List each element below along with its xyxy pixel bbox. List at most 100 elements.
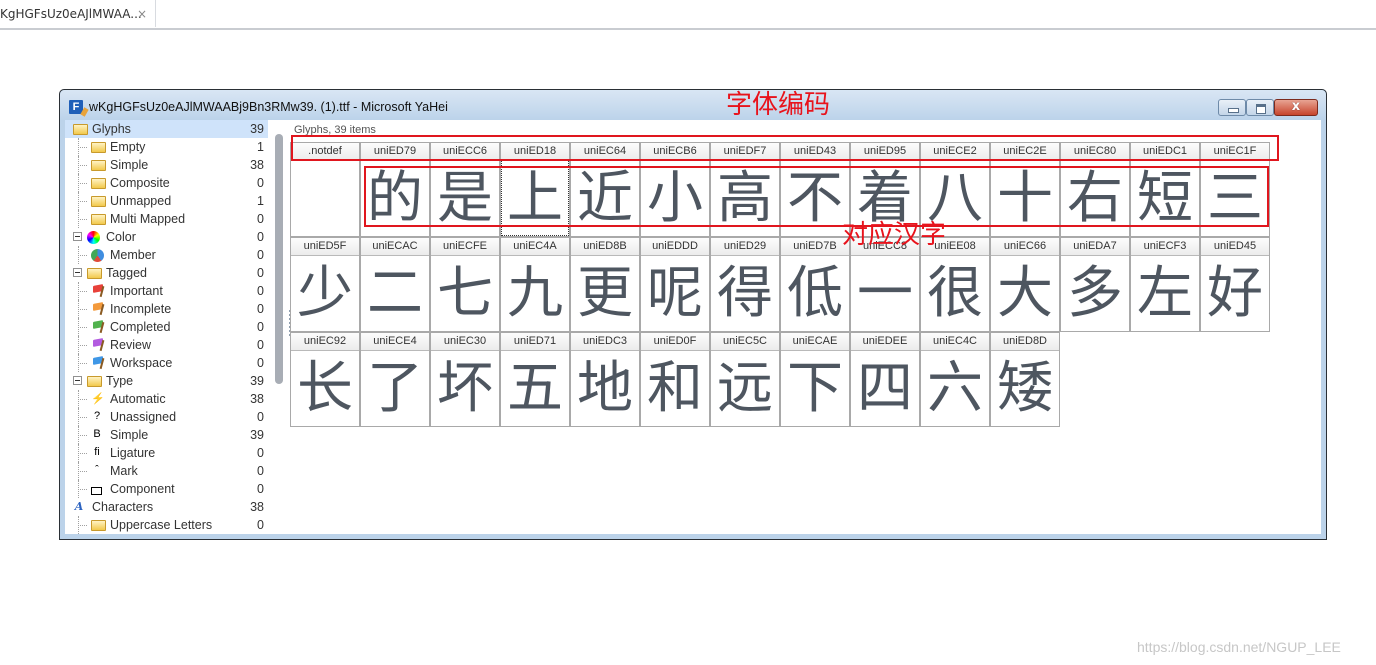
tree-item-label: Simple: [110, 158, 149, 172]
close-window-button[interactable]: x: [1274, 99, 1318, 116]
glyph-cell[interactable]: uniECAE 下: [780, 332, 850, 427]
tree-item-mark[interactable]: ˆ Mark 0: [65, 462, 268, 480]
glyph-preview: 多: [1067, 261, 1123, 326]
folder-icon: [91, 160, 106, 171]
glyph-name: uniED7B: [781, 238, 849, 256]
tree-item-label: Workspace: [110, 356, 173, 370]
glyph-cell[interactable]: uniEDDD 呢: [640, 237, 710, 332]
title-bar[interactable]: F wKgHGFsUz0eAJlMWAABj9Bn3RMw39. (1).ttf…: [60, 90, 1326, 120]
tree-connector: [78, 444, 79, 462]
glyph-cell[interactable]: uniED5F 少: [290, 237, 360, 332]
tree-connector: [78, 336, 79, 354]
flag-blue-icon: [91, 357, 104, 369]
browser-tab-title: KgHGFsUz0eAJlMWAA...: [0, 7, 142, 21]
tree-item-component[interactable]: Component 0: [65, 480, 268, 498]
tree-item-label: Unmapped: [110, 194, 172, 208]
glyph-cell[interactable]: uniEE08 很: [920, 237, 990, 332]
minimize-button[interactable]: [1218, 99, 1246, 116]
tree-item-unmapped[interactable]: Unmapped 1: [65, 192, 268, 210]
tree-item-uppercase-letters[interactable]: Uppercase Letters 0: [65, 516, 268, 534]
glyph-cell[interactable]: uniED71 五: [500, 332, 570, 427]
glyph-name: uniED0F: [641, 333, 709, 351]
glyph-cell[interactable]: uniEDA7 多: [1060, 237, 1130, 332]
glyph-cell[interactable]: uniEC66 大: [990, 237, 1060, 332]
tree-item-count: 0: [257, 176, 264, 190]
folder-icon: [91, 520, 106, 531]
tree-item-glyphs[interactable]: Glyphs 39: [65, 120, 268, 138]
glyph-cell[interactable]: uniED45 好: [1200, 237, 1270, 332]
glyph-cell[interactable]: uniECFE 七: [430, 237, 500, 332]
tree-item-simple[interactable]: B Simple 39: [65, 426, 268, 444]
tree-item-composite[interactable]: Composite 0: [65, 174, 268, 192]
tree-item-color[interactable]: Color 0: [65, 228, 268, 246]
glyph-cell[interactable]: uniEC92 长: [290, 332, 360, 427]
close-icon[interactable]: ×: [137, 0, 147, 28]
tree-item-member[interactable]: Member 0: [65, 246, 268, 264]
tree-connector: [78, 210, 79, 228]
glyph-cell[interactable]: uniECAC 二: [360, 237, 430, 332]
tree-item-ligature[interactable]: ﬁ Ligature 0: [65, 444, 268, 462]
tree-item-label: Multi Mapped: [110, 212, 186, 226]
tree-item-important[interactable]: Important 0: [65, 282, 268, 300]
glyph-cell[interactable]: uniEC4C 六: [920, 332, 990, 427]
tree-item-label: Member: [110, 248, 156, 262]
glyph-preview: 二: [367, 261, 423, 326]
glyph-cell[interactable]: uniEDC3 地: [570, 332, 640, 427]
glyph-preview: 很: [927, 261, 983, 326]
letter-b-icon: B: [93, 428, 101, 440]
glyph-name: uniEDEE: [851, 333, 919, 351]
glyph-cell[interactable]: uniED8D 矮: [990, 332, 1060, 427]
tree-item-incomplete[interactable]: Incomplete 0: [65, 300, 268, 318]
glyph-cell[interactable]: uniEC5C 远: [710, 332, 780, 427]
glyph-cell[interactable]: uniEC30 坏: [430, 332, 500, 427]
tree-item-label: Ligature: [110, 446, 156, 460]
glyph-cell[interactable]: uniEC4A 九: [500, 237, 570, 332]
tree-item-simple[interactable]: Simple 38: [65, 156, 268, 174]
tree-connector: [78, 174, 79, 192]
tree-item-completed[interactable]: Completed 0: [65, 318, 268, 336]
glyph-preview: 七: [437, 261, 493, 326]
tree-item-count: 1: [257, 194, 264, 208]
collapse-toggle-icon[interactable]: [73, 268, 82, 277]
characters-a-icon: A: [74, 500, 84, 513]
glyph-name: uniECE4: [361, 333, 429, 351]
glyph-cell[interactable]: uniECF3 左: [1130, 237, 1200, 332]
tree-item-empty[interactable]: Empty 1: [65, 138, 268, 156]
maximize-button[interactable]: [1246, 99, 1274, 116]
tree-item-automatic[interactable]: ⚡ Automatic 38: [65, 390, 268, 408]
sidebar-scrollbar[interactable]: [275, 134, 283, 384]
folder-icon: [87, 376, 102, 387]
browser-tab[interactable]: KgHGFsUz0eAJlMWAA... ×: [0, 0, 156, 27]
glyph-cell[interactable]: uniED0F 和: [640, 332, 710, 427]
glyph-cell[interactable]: uniEDEE 四: [850, 332, 920, 427]
glyph-cell[interactable]: uniED29 得: [710, 237, 780, 332]
tree-item-count: 38: [250, 500, 264, 514]
tree-connector: [78, 318, 79, 336]
collapse-toggle-icon[interactable]: [73, 376, 82, 385]
glyph-cell[interactable]: uniECC8 一: [850, 237, 920, 332]
tree-item-review[interactable]: Review 0: [65, 336, 268, 354]
glyph-cell[interactable]: uniED8B 更: [570, 237, 640, 332]
color-wheel-icon: [87, 231, 100, 244]
tree-item-workspace[interactable]: Workspace 0: [65, 354, 268, 372]
glyph-cell[interactable]: uniED7B 低: [780, 237, 850, 332]
flag-red-icon: [91, 285, 104, 297]
tree-item-multi-mapped[interactable]: Multi Mapped 0: [65, 210, 268, 228]
glyph-category-tree[interactable]: Glyphs 39 Empty 1 Simple 38 Composite 0 Unmapped…: [65, 120, 286, 534]
tree-item-unassigned[interactable]: ? Unassigned 0: [65, 408, 268, 426]
chinese-char-highlight-box: [364, 166, 1269, 227]
glyph-cell[interactable]: uniECE4 了: [360, 332, 430, 427]
flag-purple-icon: [91, 339, 104, 351]
glyph-preview: 坏: [437, 356, 493, 421]
watermark: https://blog.csdn.net/NGUP_LEE: [1137, 639, 1341, 655]
tree-connector: [78, 354, 79, 372]
tree-item-characters[interactable]: A Characters 38: [65, 498, 268, 516]
collapse-toggle-icon[interactable]: [73, 232, 82, 241]
tree-item-tagged[interactable]: Tagged 0: [65, 264, 268, 282]
tree-item-label: Composite: [110, 176, 170, 190]
glyph-name: uniED29: [711, 238, 779, 256]
tree-item-count: 0: [257, 302, 264, 316]
tree-connector: [78, 147, 87, 148]
tree-item-type[interactable]: Type 39: [65, 372, 268, 390]
folder-icon: [91, 196, 106, 207]
